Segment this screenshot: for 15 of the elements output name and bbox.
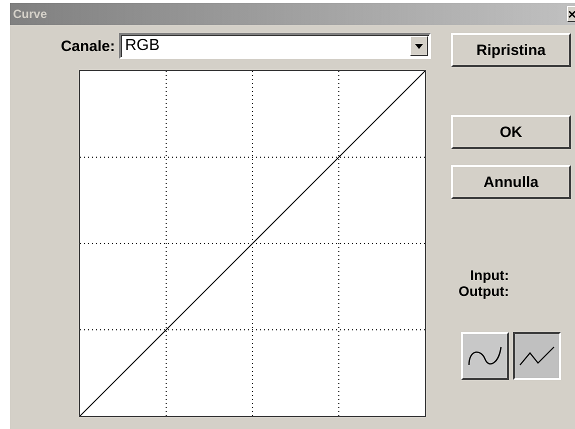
dropdown-arrow-button[interactable] — [410, 36, 428, 56]
window-title: Curve — [13, 7, 48, 21]
zigzag-line-icon — [518, 345, 556, 367]
smooth-curve-icon — [467, 345, 503, 367]
caret-icon — [415, 44, 423, 48]
readout-label: Output: — [458, 283, 509, 299]
readout-label: Input: — [470, 267, 509, 283]
curve-graph[interactable] — [79, 70, 426, 417]
polyline-button[interactable] — [513, 332, 561, 380]
channel-label: Canale: — [60, 38, 115, 54]
ok-button[interactable]: OK — [451, 115, 571, 149]
channel-dropdown[interactable]: RGB — [119, 33, 431, 59]
smooth-curve-button[interactable] — [461, 332, 509, 380]
reset-button[interactable]: Ripristina — [451, 33, 571, 67]
cancel-button[interactable]: Annulla — [451, 165, 571, 199]
